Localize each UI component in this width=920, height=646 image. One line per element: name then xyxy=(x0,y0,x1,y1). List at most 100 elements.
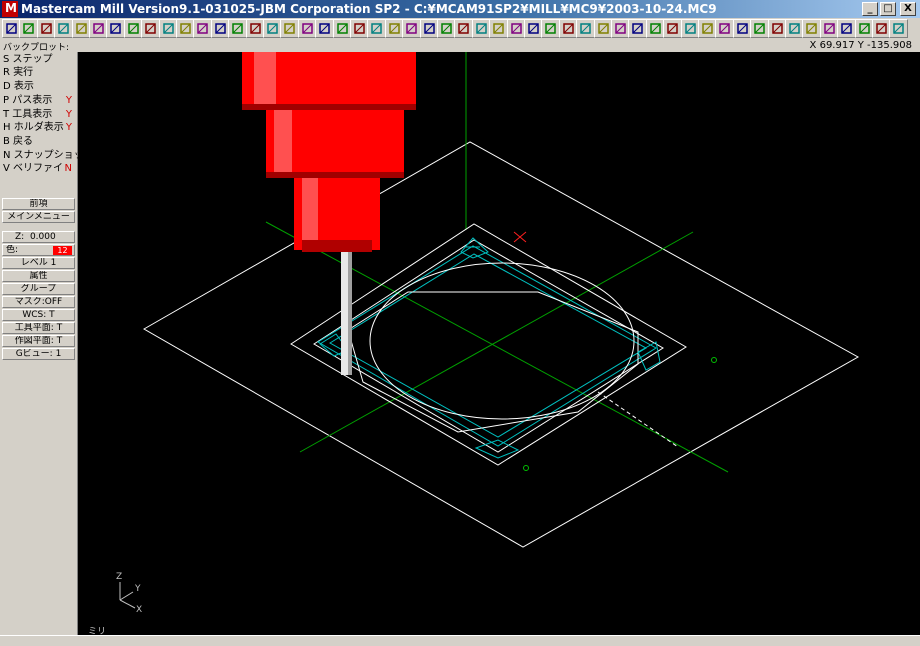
sphere-icon[interactable] xyxy=(402,19,422,38)
close-button[interactable]: X xyxy=(900,2,916,16)
menu-item-verify[interactable]: V ベリファイ N xyxy=(3,162,75,175)
title-bar: Mastercam Mill Version9.1-031025-JBM Cor… xyxy=(0,0,920,18)
break-icon[interactable] xyxy=(663,19,683,38)
toolpath-icon[interactable] xyxy=(593,19,613,38)
pencil-icon[interactable] xyxy=(332,19,352,38)
point-marker xyxy=(523,465,529,471)
mastercam-logo-icon xyxy=(2,1,18,17)
level-button[interactable]: レベル 1 xyxy=(2,257,75,269)
rectangle-icon[interactable] xyxy=(524,19,543,38)
toolpath-contour xyxy=(317,245,657,447)
z-value: 0.000 xyxy=(29,232,56,242)
menu-item-snapshot[interactable]: N スナップショット xyxy=(3,149,94,162)
menu-item-tool-display[interactable]: T 工具表示 Y xyxy=(3,108,75,121)
view-cube-icon[interactable] xyxy=(176,19,195,38)
join-icon[interactable] xyxy=(680,19,700,38)
menu-item-holder-display[interactable]: H ホルダ表示 Y xyxy=(3,121,75,134)
circle-arrow-icon[interactable] xyxy=(384,19,404,38)
viewport-canvas xyxy=(119,52,860,609)
mirror-icon[interactable] xyxy=(732,19,752,38)
group-button[interactable]: グループ xyxy=(2,283,75,295)
pocket-icon[interactable] xyxy=(837,19,857,38)
menu-item-path-display[interactable]: P パス表示 Y xyxy=(3,94,75,107)
tool-holder-flange xyxy=(242,104,416,110)
view-cube-icon[interactable] xyxy=(315,19,335,38)
menu-item-step[interactable]: S ステップ xyxy=(3,53,75,66)
view-cube-icon[interactable] xyxy=(280,19,300,38)
gview-button[interactable]: Gビュー: 1 xyxy=(2,348,75,360)
tool-display-flag: Y xyxy=(65,109,72,120)
line-icon[interactable] xyxy=(454,19,474,38)
corner-detail-top xyxy=(460,237,489,259)
extend-icon[interactable] xyxy=(645,19,665,38)
layers-icon[interactable] xyxy=(419,19,439,38)
menu-item-run[interactable]: R 実行 xyxy=(3,66,75,79)
window-icon[interactable] xyxy=(158,19,178,38)
arrow-left-icon[interactable] xyxy=(2,19,21,38)
z-depth-field[interactable]: Z: 0.000 xyxy=(2,231,75,243)
unit-label: ミリ xyxy=(88,627,107,635)
triad-y-axis xyxy=(119,591,134,601)
rotate-icon[interactable] xyxy=(750,19,770,38)
bottom-bar xyxy=(0,635,920,646)
minimize-button[interactable]: _ xyxy=(862,2,878,16)
undo-icon[interactable] xyxy=(71,19,91,38)
previous-menu-button[interactable]: 前項 xyxy=(2,198,75,210)
tool-holder-tip xyxy=(302,240,372,252)
zoom-in-icon[interactable] xyxy=(106,19,126,38)
maximize-button[interactable]: □ xyxy=(880,2,896,16)
mask-button[interactable]: マスク:OFF xyxy=(2,296,75,308)
menu-item-label: S ステップ xyxy=(3,54,53,65)
pan-icon[interactable] xyxy=(141,19,161,38)
view-cube-icon[interactable] xyxy=(297,19,317,38)
sigma-icon[interactable] xyxy=(437,19,456,38)
backplot-icon[interactable] xyxy=(854,19,874,38)
offset-icon[interactable] xyxy=(785,19,804,38)
pocket-boundary xyxy=(347,291,639,433)
wcs-button[interactable]: WCS: T xyxy=(2,309,75,321)
construction-plane-button[interactable]: 作図平面: T xyxy=(2,335,75,347)
main-menu-button[interactable]: メインメニュー xyxy=(2,211,75,223)
chamfer-icon[interactable] xyxy=(611,19,630,38)
tool-holder-collar xyxy=(266,172,404,178)
menu-item-label: V ベリファイ xyxy=(3,163,64,174)
triad-z-label: Z xyxy=(116,572,123,582)
verify-icon[interactable] xyxy=(872,19,891,38)
stock-outline xyxy=(142,141,860,548)
point-icon[interactable] xyxy=(541,19,561,38)
menu-item-back[interactable]: B 戻る xyxy=(3,135,75,148)
triad-x-axis xyxy=(119,599,136,609)
tool-plane-button[interactable]: 工具平面: T xyxy=(2,322,75,334)
view-cube-icon[interactable] xyxy=(245,19,265,38)
view-cube-icon[interactable] xyxy=(228,19,248,38)
redo-icon[interactable] xyxy=(889,19,909,38)
help-icon[interactable] xyxy=(36,19,56,38)
attributes-button[interactable]: 属性 xyxy=(2,270,75,282)
color-field[interactable]: 色: 12 xyxy=(2,244,75,256)
trim-icon[interactable] xyxy=(628,19,648,38)
analyze-icon[interactable] xyxy=(367,19,387,38)
modify-icon[interactable] xyxy=(698,19,717,38)
no-entry-icon[interactable] xyxy=(350,19,369,38)
zoom-window-icon[interactable] xyxy=(89,19,108,38)
solid-icon[interactable] xyxy=(576,19,596,38)
view-cube-icon[interactable] xyxy=(263,19,282,38)
z-label: Z: xyxy=(15,232,25,242)
fillet-icon[interactable] xyxy=(489,19,509,38)
path-display-flag: Y xyxy=(65,95,72,106)
drill-icon[interactable] xyxy=(802,19,822,38)
arrow-right-icon[interactable] xyxy=(19,19,39,38)
triad-y-label: Y xyxy=(135,584,141,594)
view-cube-icon[interactable] xyxy=(193,19,213,38)
surface-icon[interactable] xyxy=(558,19,578,38)
transform-icon[interactable] xyxy=(715,19,735,38)
calculator-icon[interactable] xyxy=(54,19,74,38)
graphics-viewport[interactable]: Z Y X ミリ xyxy=(78,52,920,635)
spline-icon[interactable] xyxy=(506,19,526,38)
menu-item-display[interactable]: D 表示 xyxy=(3,80,75,93)
contour-icon[interactable] xyxy=(819,19,839,38)
zoom-out-icon[interactable] xyxy=(123,19,143,38)
scale-icon[interactable] xyxy=(767,19,787,38)
arc-icon[interactable] xyxy=(471,19,491,38)
view-cube-icon[interactable] xyxy=(210,19,230,38)
